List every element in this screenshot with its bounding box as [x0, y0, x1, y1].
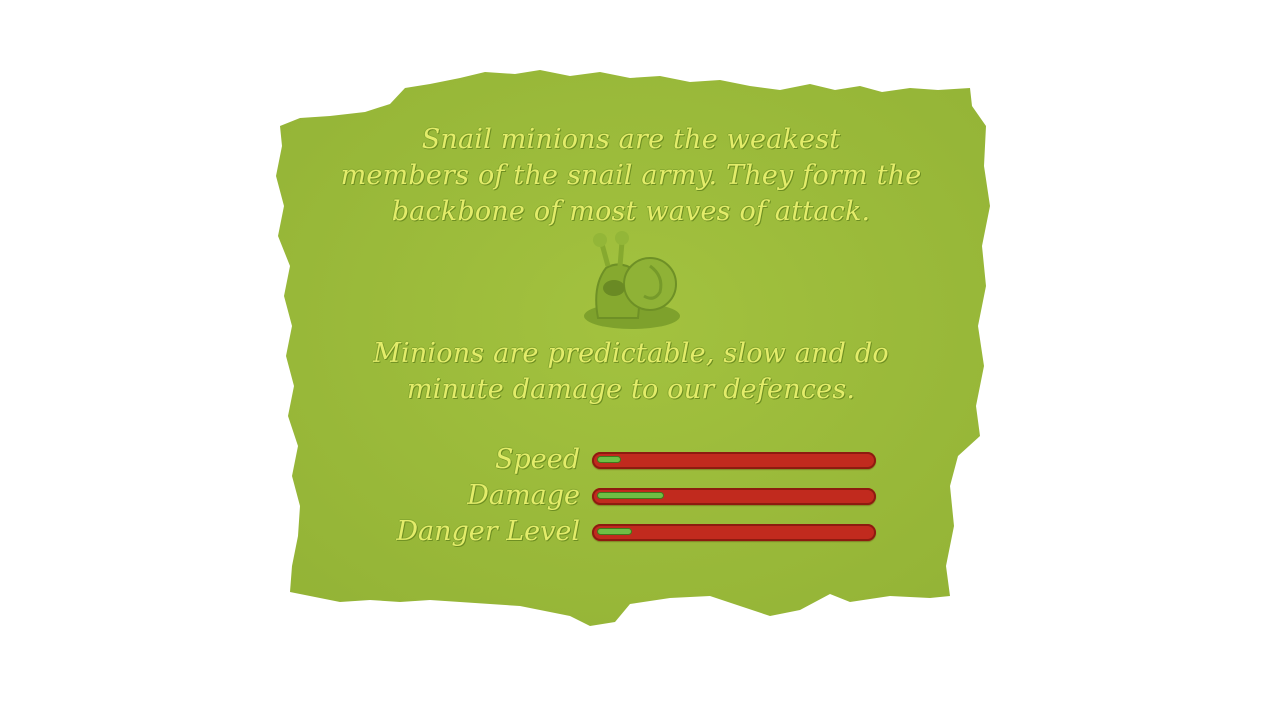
info-card: Snail minions are the weakest members of…: [270, 66, 992, 632]
stat-bar: [592, 488, 876, 505]
detail-line: minute damage to our defences.: [406, 374, 856, 405]
stat-bar-fill: [598, 457, 620, 462]
game-screen: Snail minions are the weakest members of…: [0, 0, 1280, 720]
stat-bar: [592, 524, 876, 541]
stat-label: Danger Level: [396, 516, 580, 547]
snail-minion-icon: [584, 231, 680, 329]
stat-row-speed: Speed: [270, 442, 992, 478]
stat-bar: [592, 452, 876, 469]
stat-row-damage: Damage: [270, 478, 992, 514]
stat-row-danger-level: Danger Level: [270, 514, 992, 550]
stat-bar-fill: [598, 493, 663, 498]
stat-label: Damage: [467, 480, 580, 511]
unit-description-detail: Minions are predictable, slow and do min…: [270, 336, 992, 408]
unit-description-intro: Snail minions are the weakest members of…: [270, 122, 992, 230]
intro-line: backbone of most waves of attack.: [391, 196, 871, 227]
detail-line: Minions are predictable, slow and do: [373, 338, 889, 369]
stat-label: Speed: [494, 444, 580, 475]
stat-bar-fill: [598, 529, 631, 534]
intro-line: members of the snail army. They form the: [340, 160, 922, 191]
intro-line: Snail minions are the weakest: [421, 124, 841, 155]
